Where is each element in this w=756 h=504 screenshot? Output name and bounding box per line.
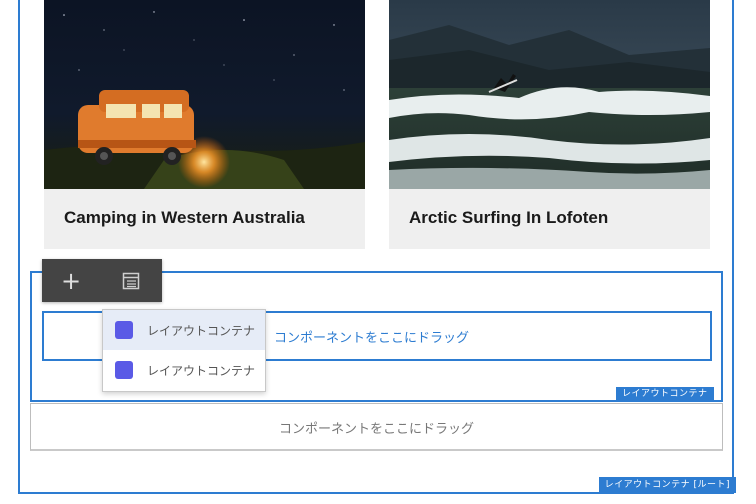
editor-toolbar: + xyxy=(42,259,162,302)
drop-zone-text: コンポーネントをここにドラッグ xyxy=(274,331,470,346)
teaser-card-surfing[interactable]: Arctic Surfing In Lofoten xyxy=(389,0,710,249)
drop-zone[interactable]: コンポーネントをここにドラッグ xyxy=(30,403,723,451)
card-title[interactable]: Arctic Surfing In Lofoten xyxy=(409,208,608,228)
root-container-badge[interactable]: レイアウトコンテナ [ルート] xyxy=(598,477,736,493)
component-list-button[interactable] xyxy=(102,259,160,302)
component-color-icon xyxy=(115,321,133,339)
table-list-icon xyxy=(122,272,140,289)
popup-item-label: レイアウトコンテナ xyxy=(147,323,256,338)
teaser-card-camping[interactable]: Camping in Western Australia xyxy=(44,0,365,249)
popup-item-label: レイアウトコンテナ xyxy=(147,363,256,378)
add-button[interactable]: + xyxy=(42,259,100,302)
drop-zone-text: コンポーネントをここにドラッグ xyxy=(278,422,474,437)
layout-container-badge[interactable]: レイアウトコンテナ xyxy=(616,387,714,402)
popup-item-layout-container[interactable]: レイアウトコンテナ xyxy=(103,310,265,350)
surfing-image xyxy=(389,0,710,189)
component-popup: レイアウトコンテナ レイアウトコンテナ xyxy=(102,309,266,392)
component-color-icon xyxy=(115,361,133,379)
card-title[interactable]: Camping in Western Australia xyxy=(64,208,305,228)
camping-image xyxy=(44,0,365,189)
popup-item-layout-container[interactable]: レイアウトコンテナ xyxy=(103,350,265,390)
plus-icon: + xyxy=(60,266,82,295)
